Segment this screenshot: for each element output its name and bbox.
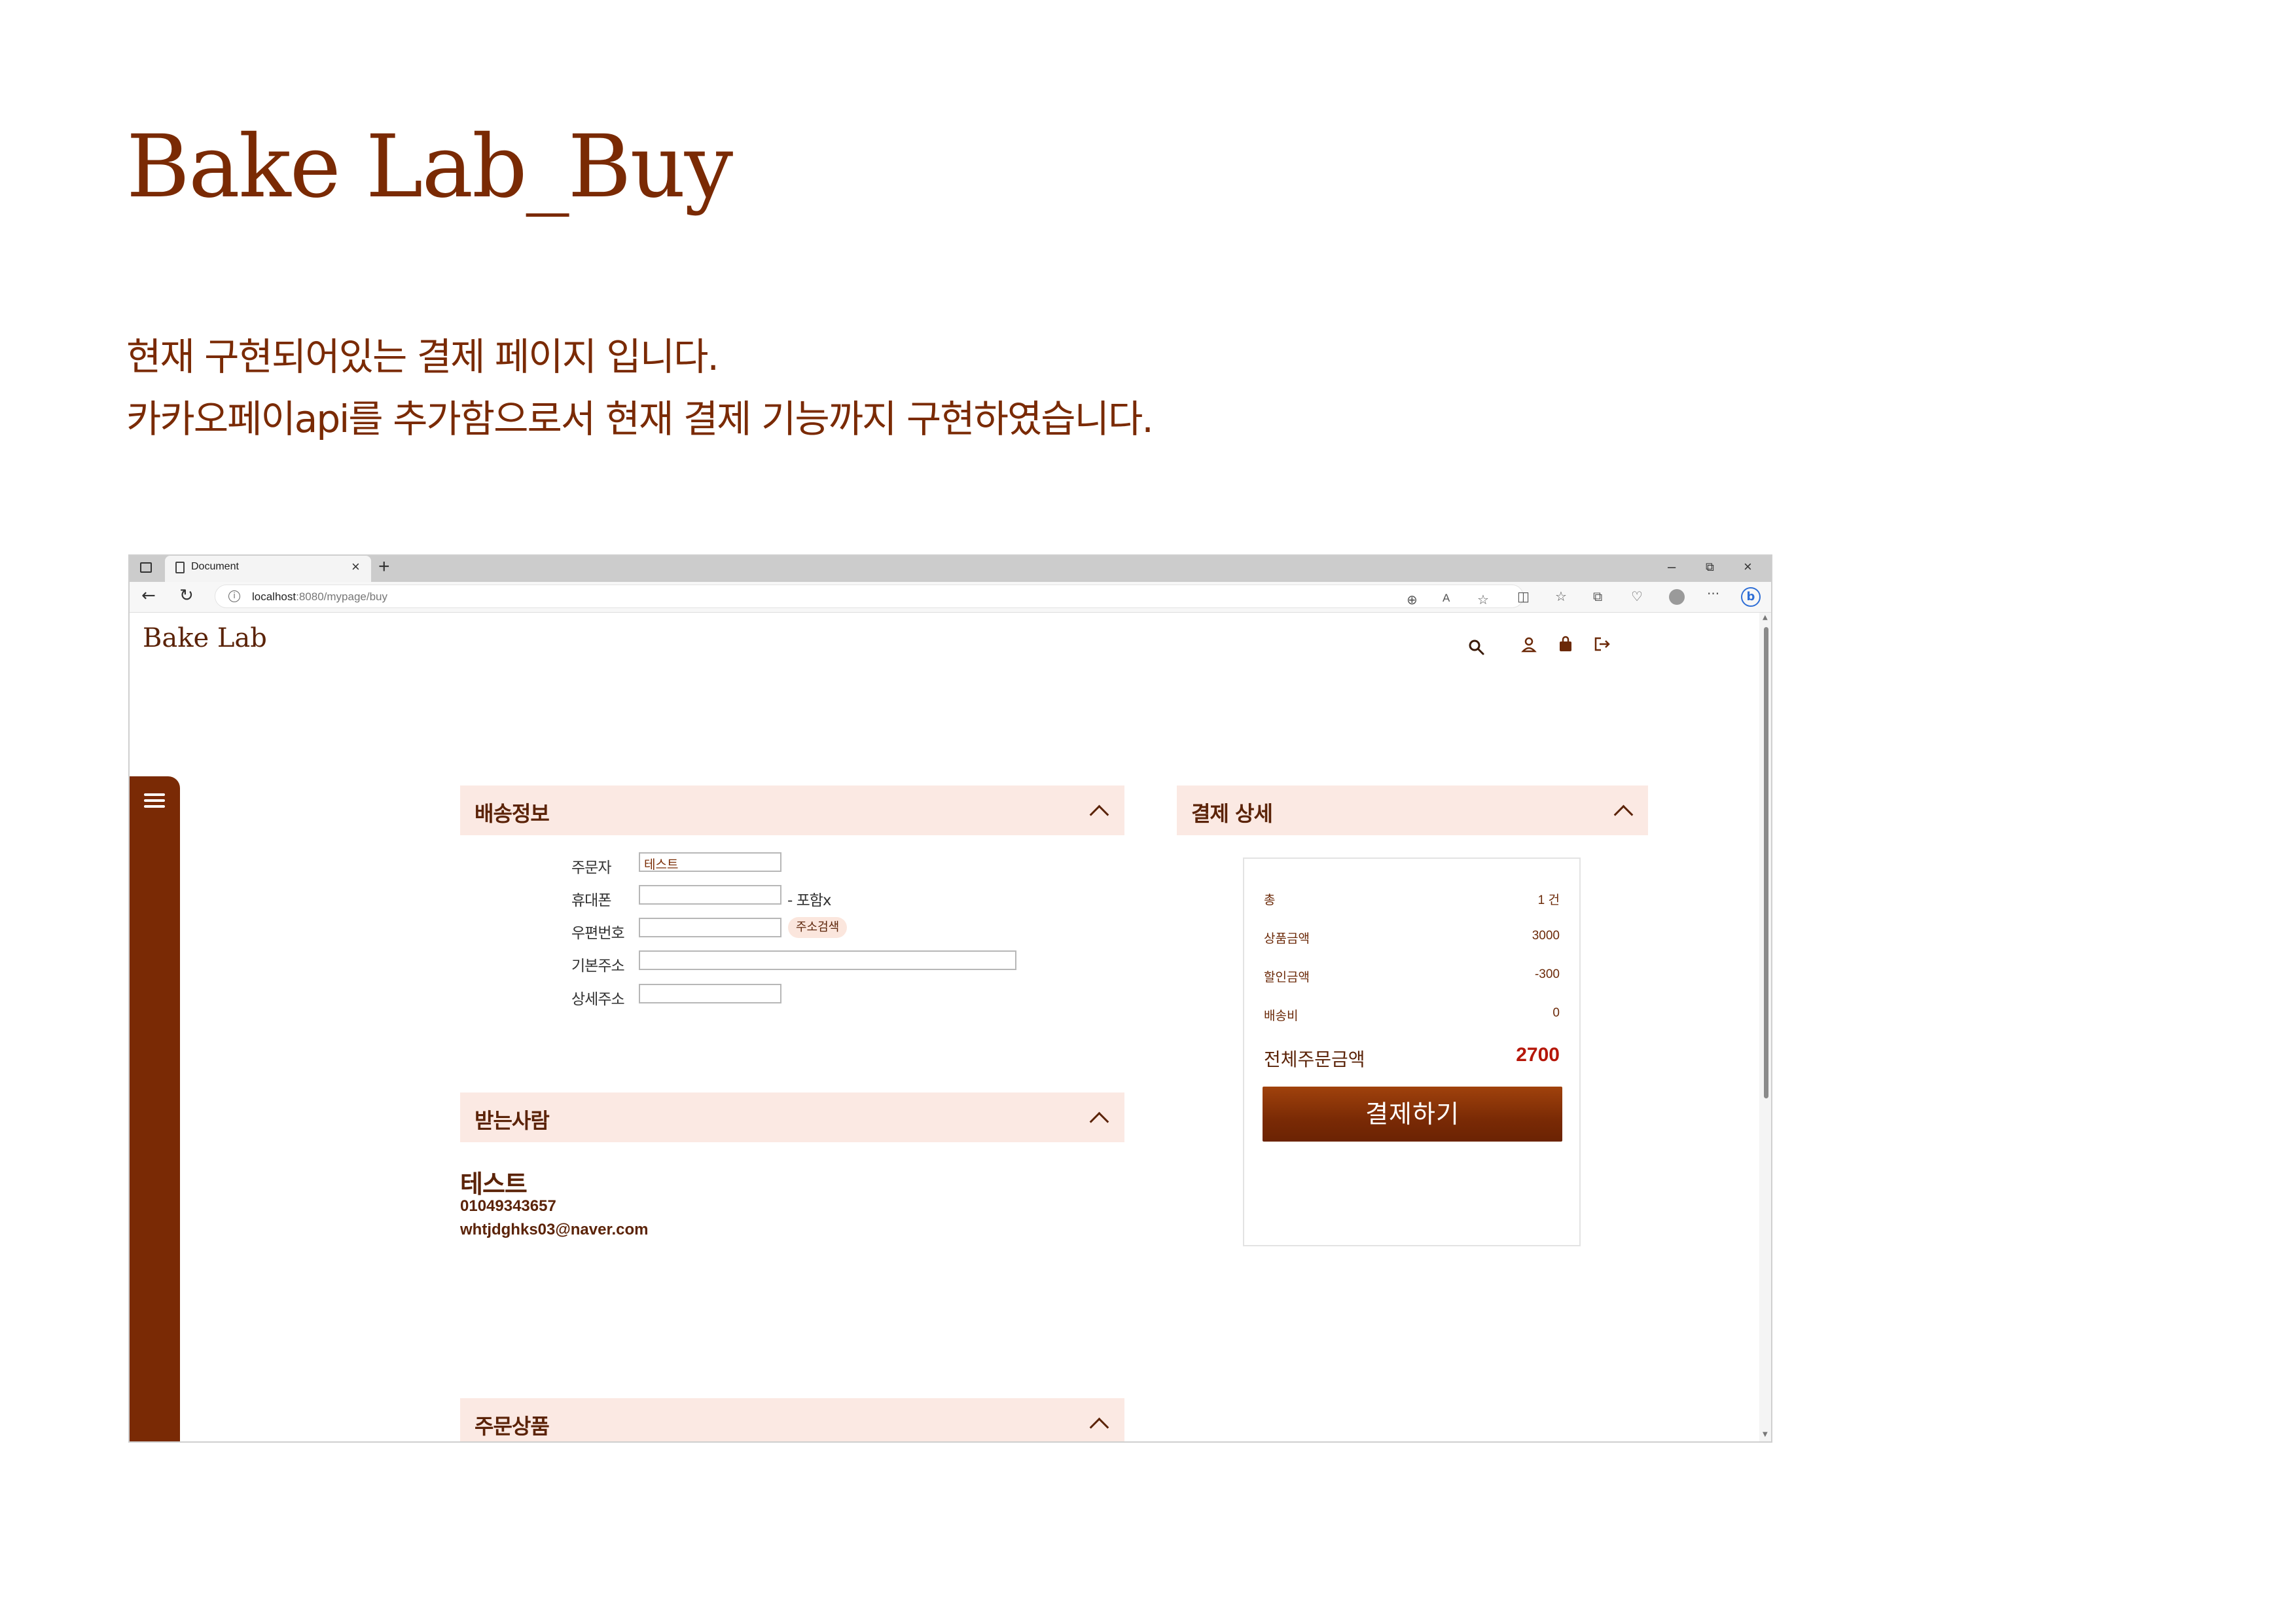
receiver-name: 테스트 <box>460 1170 528 1199</box>
summary-shipping-fee-value: 0 <box>1552 1006 1560 1020</box>
slide-description-line-2: 카카오페이api를 추가함으로서 현재 결제 기능까지 구현하였습니다. <box>126 397 1154 441</box>
user-icon[interactable] <box>1521 636 1537 653</box>
summary-count-value: 1 건 <box>1537 893 1560 907</box>
tab-actions-icon <box>140 562 152 573</box>
address-search-button[interactable]: 주소검색 <box>788 917 848 938</box>
total-amount-value: 2700 <box>1516 1044 1560 1066</box>
shipping-panel-header[interactable]: 배송정보 <box>460 785 1124 835</box>
phone-label: 휴대폰 <box>571 892 611 909</box>
restore-button[interactable]: ⧉ <box>1706 560 1714 574</box>
document-icon <box>175 562 185 573</box>
summary-discount-label: 할인금액 <box>1264 970 1310 984</box>
summary-shipping-fee-label: 배송비 <box>1264 1009 1299 1023</box>
payment-panel-header[interactable]: 결제 상세 <box>1177 785 1648 835</box>
browser-window: Document × + – ⧉ × ← ↻ i localhost:8080/… <box>128 554 1772 1443</box>
copilot-icon[interactable]: b <box>1741 587 1761 607</box>
chevron-up-icon[interactable] <box>1089 804 1109 825</box>
orderer-label: 주문자 <box>571 859 611 876</box>
extensions-icon[interactable]: ♡ <box>1631 588 1643 604</box>
url-host: localhost <box>252 590 296 603</box>
detail-address-label: 상세주소 <box>571 991 625 1008</box>
zipcode-input[interactable] <box>639 918 781 937</box>
url-field[interactable]: i localhost:8080/mypage/buy ⊕ A ☆ <box>215 585 1524 608</box>
receiver-panel-title: 받는사람 <box>475 1108 550 1133</box>
base-address-label: 기본주소 <box>571 958 625 975</box>
refresh-icon[interactable]: ↻ <box>179 586 194 605</box>
summary-discount-value: -300 <box>1534 967 1560 981</box>
phone-input[interactable] <box>639 885 781 905</box>
shipping-panel-title: 배송정보 <box>475 801 550 826</box>
chevron-up-icon[interactable] <box>1613 804 1634 825</box>
pay-button[interactable]: 결제하기 <box>1263 1087 1562 1142</box>
summary-product-amount-value: 3000 <box>1532 929 1560 943</box>
back-icon[interactable]: ← <box>141 586 156 605</box>
minimize-button[interactable]: – <box>1668 558 1676 575</box>
browser-tab[interactable]: Document × <box>165 556 371 582</box>
zoom-icon[interactable]: ⊕ <box>1407 592 1418 607</box>
order-items-panel-header[interactable]: 주문상품 <box>460 1398 1124 1441</box>
site-logo[interactable]: Bake Lab <box>143 623 267 653</box>
shopping-bag-icon[interactable] <box>1558 636 1573 653</box>
url-text: localhost:8080/mypage/buy <box>252 590 387 604</box>
summary-product-amount-label: 상품금액 <box>1264 931 1310 946</box>
search-icon[interactable] <box>1468 639 1485 656</box>
phone-hint: - 포함x <box>787 892 832 909</box>
slide-description-line-1: 현재 구현되어있는 결제 페이지 입니다. <box>126 334 719 379</box>
hamburger-menu-icon[interactable] <box>144 793 165 808</box>
slide-title: Bake Lab_Buy <box>126 117 733 217</box>
read-aloud-icon[interactable]: A <box>1443 592 1450 605</box>
vertical-scrollbar[interactable]: ▲ ▼ <box>1759 613 1771 1441</box>
profile-avatar[interactable] <box>1669 589 1685 605</box>
sidebar <box>130 776 180 1441</box>
favorites-icon[interactable]: ☆ <box>1555 588 1567 604</box>
split-screen-icon[interactable]: ◫ <box>1517 588 1530 604</box>
summary-count-label: 총 <box>1264 893 1276 907</box>
close-window-button[interactable]: × <box>1744 558 1752 575</box>
scroll-up-arrow[interactable]: ▲ <box>1763 614 1768 621</box>
tab-close-icon[interactable]: × <box>351 558 360 575</box>
tab-bar: Document × + – ⧉ × <box>130 556 1771 582</box>
receiver-panel-header[interactable]: 받는사람 <box>460 1092 1124 1142</box>
favorite-star-icon[interactable]: ☆ <box>1477 592 1489 607</box>
logout-icon[interactable] <box>1593 636 1611 652</box>
more-menu-icon[interactable]: ··· <box>1707 586 1719 602</box>
tab-title: Document <box>191 561 239 572</box>
orderer-input[interactable]: 테스트 <box>639 852 781 872</box>
base-address-input[interactable] <box>639 950 1016 970</box>
chevron-up-icon[interactable] <box>1089 1417 1109 1437</box>
info-icon[interactable]: i <box>228 590 240 602</box>
order-items-panel-title: 주문상품 <box>475 1414 550 1439</box>
zipcode-label: 우편번호 <box>571 925 625 942</box>
receiver-phone: 01049343657 <box>460 1197 556 1215</box>
url-path: :8080/mypage/buy <box>296 590 387 603</box>
page-viewport: Bake Lab 배송정보 주문자 테스트 휴대폰 - 포함x 우편번호 주소검… <box>130 613 1759 1441</box>
collections-icon[interactable]: ⧉ <box>1593 588 1602 604</box>
chevron-up-icon[interactable] <box>1089 1111 1109 1132</box>
payment-panel-title: 결제 상세 <box>1191 801 1273 826</box>
payment-summary-box: 총 1 건 상품금액 3000 할인금액 -300 배송비 0 전체주문금액 2… <box>1243 857 1581 1246</box>
tab-actions-button[interactable] <box>130 556 158 582</box>
receiver-email: whtjdghks03@naver.com <box>460 1221 649 1238</box>
total-amount-label: 전체주문금액 <box>1264 1049 1365 1070</box>
scroll-down-arrow[interactable]: ▼ <box>1763 1431 1768 1438</box>
new-tab-button[interactable]: + <box>378 556 390 578</box>
scroll-thumb[interactable] <box>1764 627 1768 1098</box>
detail-address-input[interactable] <box>639 984 781 1003</box>
address-bar: ← ↻ i localhost:8080/mypage/buy ⊕ A ☆ ◫ … <box>130 582 1771 613</box>
